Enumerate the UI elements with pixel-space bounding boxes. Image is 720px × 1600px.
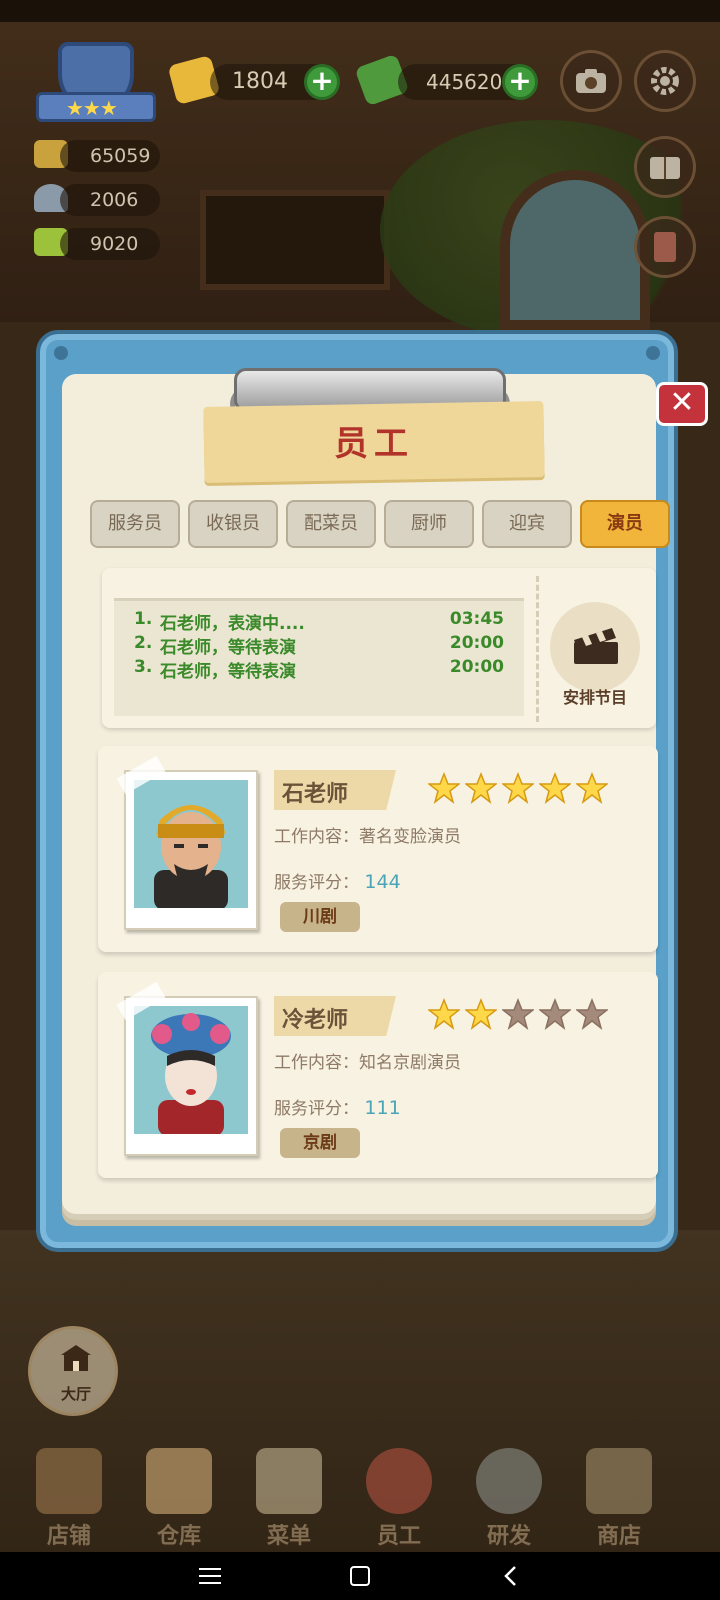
arrange-program-button[interactable] <box>550 602 640 692</box>
nav-shop-front[interactable]: 店铺 <box>14 1434 124 1552</box>
genre-tag: 京剧 <box>280 1128 360 1158</box>
schedule-row: 3. 石老师，等待表演 20:00 <box>134 657 504 682</box>
close-button[interactable]: ✕ <box>656 382 708 426</box>
gear-icon <box>651 67 679 95</box>
stat-value: 2006 <box>60 184 160 216</box>
stat-value: 65059 <box>60 140 160 172</box>
add-cash-button[interactable]: + <box>502 64 538 100</box>
storefront-icon <box>36 1448 102 1514</box>
schedule-list: 1. 石老师，表演中.... 03:45 2. 石老师，等待表演 20:00 3… <box>114 598 524 716</box>
dialog-title: 员工 <box>334 424 414 464</box>
opera-mask-icon <box>151 1013 231 1134</box>
bottom-nav: 店铺 仓库 菜单 员工 研发 商店 <box>0 1434 720 1552</box>
work-label: 工作内容： <box>274 827 359 847</box>
star-filled-icon <box>539 772 571 804</box>
nav-staff[interactable]: 员工 <box>344 1434 454 1552</box>
star-empty-icon <box>576 998 608 1030</box>
settings-button[interactable] <box>634 50 696 112</box>
mortar-icon <box>476 1448 542 1514</box>
arrange-program-label: 安排节目 <box>562 688 627 707</box>
tab-waiter[interactable]: 服务员 <box>90 500 180 548</box>
star-filled-icon <box>502 772 534 804</box>
score-label: 服务评分： <box>274 873 359 893</box>
actor-portrait <box>116 981 258 1156</box>
work-content: 著名变脸演员 <box>359 827 461 847</box>
opera-mask-icon <box>154 805 228 908</box>
nav-warehouse[interactable]: 仓库 <box>124 1434 234 1552</box>
tab-performer[interactable]: 演员 <box>580 500 670 548</box>
work-content: 知名京剧演员 <box>359 1053 461 1073</box>
add-gold-button[interactable]: + <box>304 64 340 100</box>
chevron-left-icon <box>504 1566 516 1586</box>
score-label: 服务评分： <box>274 1099 359 1119</box>
rank-stars: ★★★ <box>66 96 118 120</box>
notes-button[interactable] <box>634 216 696 278</box>
tab-prep-cook[interactable]: 配菜员 <box>286 500 376 548</box>
service-score: 111 <box>364 1097 401 1119</box>
star-filled-icon <box>465 772 497 804</box>
home-button[interactable] <box>330 1552 390 1600</box>
restaurant-rank-badge[interactable]: ★★★ <box>36 40 156 124</box>
stat-value: 9020 <box>60 228 160 260</box>
menu-icon <box>199 1568 221 1584</box>
star-empty-icon <box>502 998 534 1030</box>
actor-name: 冷老师 <box>282 1008 349 1033</box>
nav-menu[interactable]: 菜单 <box>234 1434 344 1552</box>
actor-portrait <box>116 755 258 930</box>
tab-cashier[interactable]: 收银员 <box>188 500 278 548</box>
system-navigation-bar <box>0 1552 720 1600</box>
notes-icon <box>654 232 676 262</box>
work-label: 工作内容： <box>274 1053 359 1073</box>
clipboard-paper: 员工 服务员 收银员 配菜员 厨师 迎宾 演员 1. 石老师，表演中.... 0… <box>62 368 670 1214</box>
book-icon <box>650 157 680 179</box>
nav-store[interactable]: 商店 <box>564 1434 674 1552</box>
nav-research[interactable]: 研发 <box>454 1434 564 1552</box>
close-icon: ✕ <box>669 385 695 420</box>
waiter-icon <box>366 1448 432 1514</box>
actor-name: 石老师 <box>282 782 349 807</box>
schedule-row: 1. 石老师，表演中.... 03:45 <box>134 609 504 634</box>
shop-stall-icon <box>586 1448 652 1514</box>
camera-button[interactable] <box>560 50 622 112</box>
star-filled-icon <box>428 772 460 804</box>
clipboard-icon <box>256 1448 322 1514</box>
star-empty-icon <box>539 998 571 1030</box>
genre-tag: 川剧 <box>280 902 360 932</box>
star-filled-icon <box>576 772 608 804</box>
building-icon <box>61 1345 91 1371</box>
camera-icon <box>576 69 606 93</box>
recents-button[interactable] <box>180 1552 240 1600</box>
performance-schedule: 1. 石老师，表演中.... 03:45 2. 石老师，等待表演 20:00 3… <box>102 568 656 728</box>
star-filled-icon <box>428 998 460 1030</box>
back-button[interactable] <box>480 1552 540 1600</box>
tab-chef[interactable]: 厨师 <box>384 500 474 548</box>
staff-tabs: 服务员 收银员 配菜员 厨师 迎宾 演员 <box>90 500 670 550</box>
actor-card[interactable]: 石老师 工作内容：著名变脸演员 服务评分： 144 川剧 <box>98 746 658 952</box>
star-filled-icon <box>465 998 497 1030</box>
schedule-row: 2. 石老师，等待表演 20:00 <box>134 633 504 658</box>
staff-dialog: 员工 服务员 收银员 配菜员 厨师 迎宾 演员 1. 石老师，表演中.... 0… <box>36 330 678 1252</box>
tab-greeter[interactable]: 迎宾 <box>482 500 572 548</box>
clapperboard-icon <box>574 628 618 664</box>
square-icon <box>350 1566 370 1586</box>
service-score: 144 <box>364 871 401 893</box>
boxes-icon <box>146 1448 212 1514</box>
hall-button[interactable]: 大厅 <box>28 1326 118 1416</box>
actor-card[interactable]: 冷老师 工作内容：知名京剧演员 服务评分： 111 京剧 <box>98 972 658 1178</box>
help-book-button[interactable] <box>634 136 696 198</box>
